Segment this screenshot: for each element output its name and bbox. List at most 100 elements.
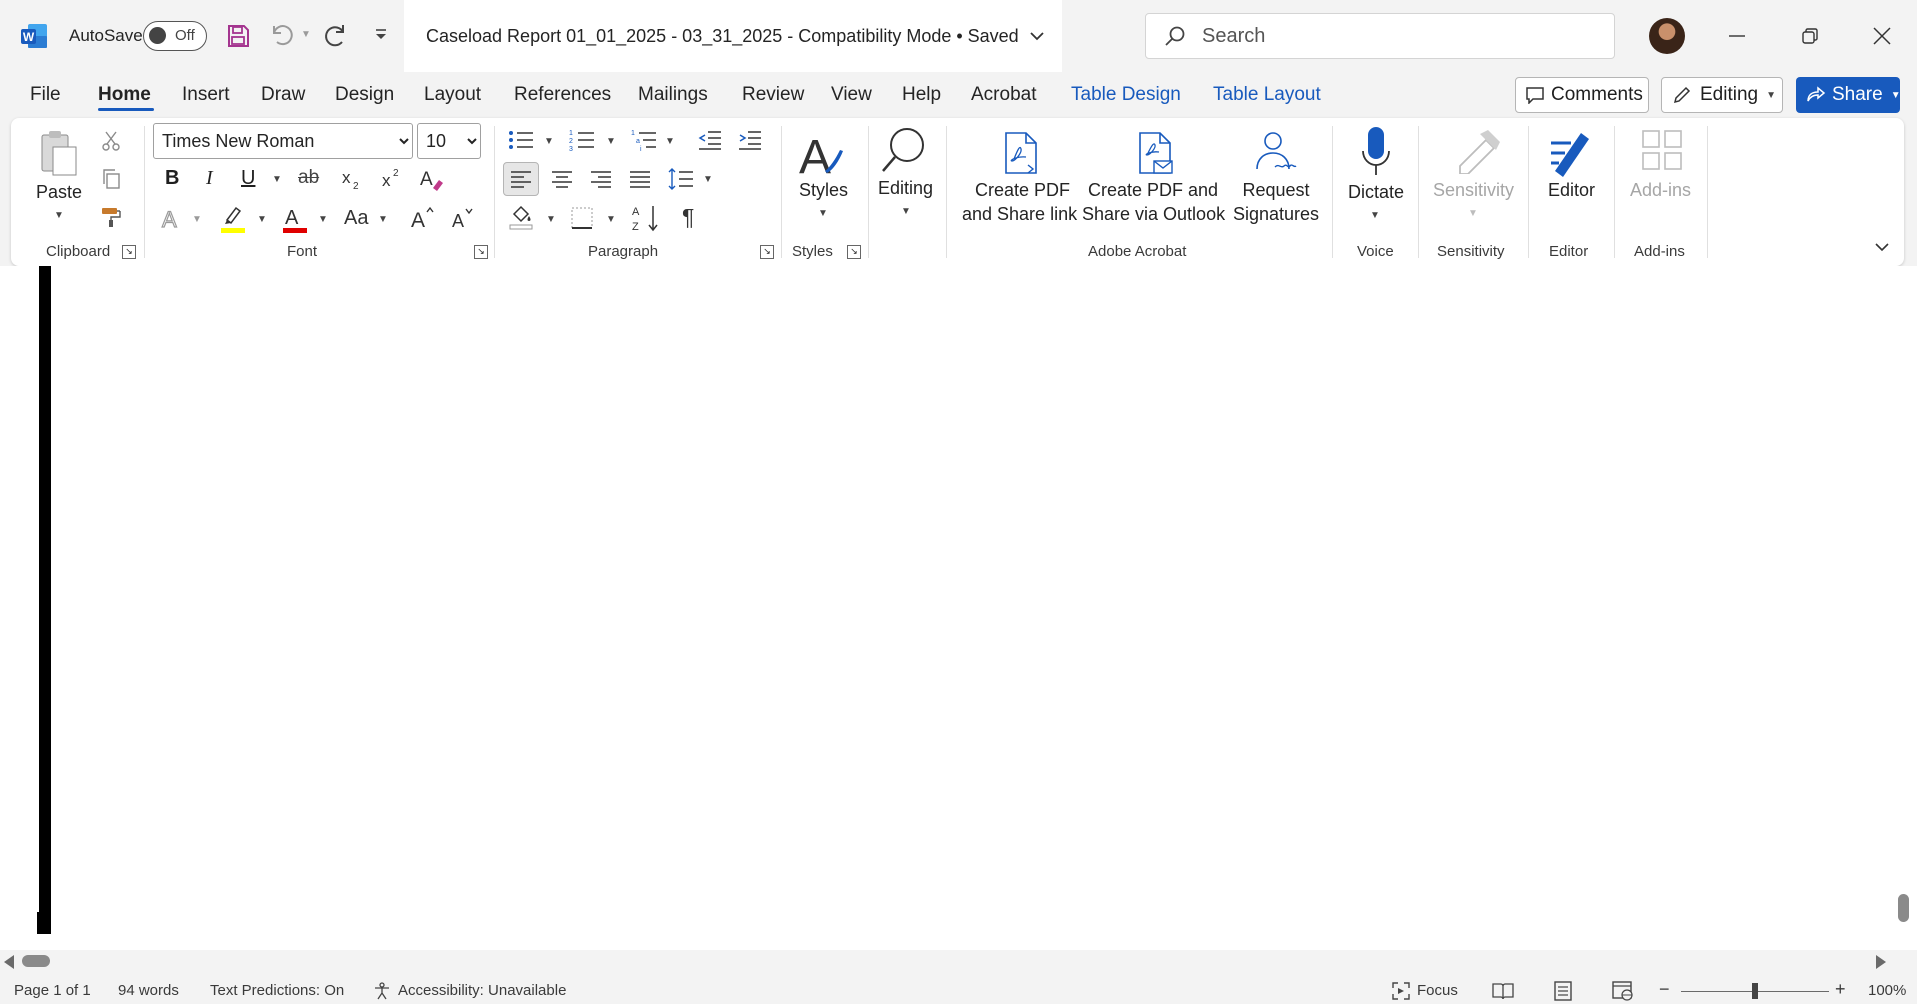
change-case-dropdown-icon[interactable]: ▼ xyxy=(378,214,388,225)
tab-design[interactable]: Design xyxy=(335,84,394,106)
styles-label[interactable]: Styles xyxy=(799,178,848,202)
request-signatures-label-line1[interactable]: Request xyxy=(1234,178,1318,202)
zoom-slider-thumb[interactable] xyxy=(1752,983,1758,999)
copy-icon[interactable] xyxy=(98,166,124,192)
read-mode-icon[interactable] xyxy=(1492,982,1514,1000)
font-launcher-icon[interactable]: ↘ xyxy=(474,245,488,259)
tab-references[interactable]: References xyxy=(514,84,611,106)
shading-icon[interactable] xyxy=(507,202,537,232)
document-title[interactable]: Caseload Report 01_01_2025 - 03_31_2025 … xyxy=(404,0,1062,72)
tab-layout[interactable]: Layout xyxy=(424,84,481,106)
tab-file[interactable]: File xyxy=(30,84,61,106)
vertical-scrollbar-thumb[interactable] xyxy=(1898,894,1909,922)
highlight-color-icon[interactable] xyxy=(219,203,249,235)
tab-acrobat[interactable]: Acrobat xyxy=(971,84,1036,106)
dictate-dropdown-icon[interactable]: ▼ xyxy=(1370,210,1380,221)
multilevel-dropdown-icon[interactable]: ▼ xyxy=(665,136,675,147)
underline-dropdown-icon[interactable]: ▼ xyxy=(272,174,282,185)
zoom-out-button[interactable]: − xyxy=(1659,979,1670,1000)
tab-view[interactable]: View xyxy=(831,84,872,106)
italic-button[interactable]: I xyxy=(206,167,213,190)
word-count[interactable]: 94 words xyxy=(118,982,179,999)
editor-icon[interactable] xyxy=(1546,126,1596,178)
font-name-select[interactable]: Times New Roman xyxy=(153,123,413,159)
styles-icon[interactable]: A xyxy=(796,126,848,182)
styles-launcher-icon[interactable]: ↘ xyxy=(847,245,861,259)
line-spacing-dropdown-icon[interactable]: ▼ xyxy=(703,174,713,185)
multilevel-list-icon[interactable]: 1ai xyxy=(630,126,658,154)
document-canvas[interactable] xyxy=(0,266,1917,950)
text-predictions-status[interactable]: Text Predictions: On xyxy=(210,982,344,999)
tab-review[interactable]: Review xyxy=(742,84,804,106)
horizontal-scrollbar[interactable] xyxy=(0,950,1917,974)
justify-icon[interactable] xyxy=(625,164,655,194)
line-spacing-icon[interactable] xyxy=(666,164,696,194)
tab-insert[interactable]: Insert xyxy=(182,84,230,106)
create-pdf-outlook-label-line1[interactable]: Create PDF and xyxy=(1082,178,1224,202)
grow-font-icon[interactable]: A xyxy=(409,204,437,232)
bold-button[interactable]: B xyxy=(165,167,179,190)
comments-button[interactable]: Comments xyxy=(1515,77,1649,113)
paragraph-launcher-icon[interactable]: ↘ xyxy=(760,245,774,259)
bullets-dropdown-icon[interactable]: ▼ xyxy=(544,136,554,147)
format-painter-icon[interactable] xyxy=(98,204,124,230)
editing-dropdown-icon[interactable]: ▼ xyxy=(901,206,911,217)
strikethrough-button[interactable]: ab xyxy=(298,167,319,189)
create-pdf-outlook-label-line2[interactable]: Share via Outlook xyxy=(1082,202,1225,226)
redo-icon[interactable] xyxy=(322,20,352,50)
search-box[interactable] xyxy=(1145,13,1615,59)
scroll-right-arrow-icon[interactable] xyxy=(1876,955,1886,969)
web-layout-icon[interactable] xyxy=(1612,981,1634,1001)
share-button[interactable]: Share ▼ xyxy=(1796,77,1901,113)
create-pdf-share-link-label-line1[interactable]: Create PDF xyxy=(975,178,1070,202)
clipboard-launcher-icon[interactable]: ↘ xyxy=(122,245,136,259)
save-icon[interactable] xyxy=(224,22,252,50)
shading-dropdown-icon[interactable]: ▼ xyxy=(546,214,556,225)
tab-table-layout[interactable]: Table Layout xyxy=(1213,84,1321,106)
tab-draw[interactable]: Draw xyxy=(261,84,305,106)
create-pdf-share-link-label-line2[interactable]: and Share link xyxy=(962,202,1077,226)
cut-icon[interactable] xyxy=(98,128,124,154)
show-formatting-marks-icon[interactable]: ¶ xyxy=(682,204,694,231)
clear-formatting-icon[interactable]: A xyxy=(418,165,446,193)
paste-label[interactable]: Paste xyxy=(36,180,82,204)
accessibility-status[interactable]: Accessibility: Unavailable xyxy=(398,982,566,999)
focus-label[interactable]: Focus xyxy=(1417,982,1458,999)
page-count[interactable]: Page 1 of 1 xyxy=(14,982,91,999)
collapse-ribbon-chevron-icon[interactable] xyxy=(1871,236,1893,258)
autosave-toggle[interactable]: Off xyxy=(143,21,207,51)
create-pdf-share-link-icon[interactable] xyxy=(1000,130,1044,176)
font-color-icon[interactable]: A xyxy=(280,203,310,235)
customize-toolbar-icon[interactable] xyxy=(372,26,390,44)
borders-icon[interactable] xyxy=(568,204,596,232)
decrease-indent-icon[interactable] xyxy=(696,126,724,154)
change-case-button[interactable]: Aa xyxy=(344,207,368,230)
find-magnifier-icon[interactable] xyxy=(879,124,929,178)
sort-icon[interactable]: AZ xyxy=(630,202,662,234)
font-color-dropdown-icon[interactable]: ▼ xyxy=(318,214,328,225)
minimize-button[interactable] xyxy=(1702,0,1772,72)
print-layout-icon[interactable] xyxy=(1554,981,1572,1001)
numbering-icon[interactable]: 123 xyxy=(568,126,596,154)
editor-label[interactable]: Editor xyxy=(1548,178,1595,202)
zoom-in-button[interactable]: + xyxy=(1835,979,1846,1000)
scroll-left-arrow-icon[interactable] xyxy=(4,955,14,969)
superscript-icon[interactable]: x2 xyxy=(380,166,404,192)
focus-icon[interactable] xyxy=(1392,982,1410,1000)
subscript-icon[interactable]: x2 xyxy=(340,166,364,192)
user-avatar[interactable] xyxy=(1649,18,1685,54)
editing-mode-button[interactable]: Editing ▼ xyxy=(1661,77,1783,113)
restore-button[interactable] xyxy=(1775,0,1845,72)
zoom-level[interactable]: 100% xyxy=(1868,982,1906,999)
search-input[interactable] xyxy=(1200,23,1584,49)
borders-dropdown-icon[interactable]: ▼ xyxy=(606,214,616,225)
align-left-icon[interactable] xyxy=(503,162,539,196)
tab-help[interactable]: Help xyxy=(902,84,941,106)
dictate-label[interactable]: Dictate xyxy=(1348,180,1404,204)
request-signatures-icon[interactable] xyxy=(1250,128,1300,176)
tab-home[interactable]: Home xyxy=(98,84,151,106)
paste-icon[interactable] xyxy=(38,128,80,180)
editing-label[interactable]: Editing xyxy=(878,176,933,200)
undo-dropdown-icon[interactable]: ▼ xyxy=(301,29,311,40)
underline-button[interactable]: U xyxy=(241,167,255,190)
